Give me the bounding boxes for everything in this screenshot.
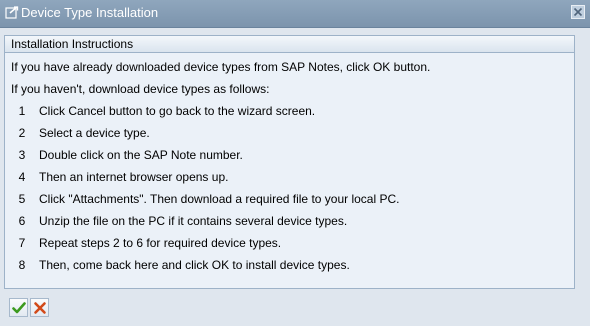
step-text: Select a device type.	[39, 126, 150, 140]
step-text: Double click on the SAP Note number.	[39, 148, 243, 162]
close-icon	[573, 7, 583, 17]
ok-button[interactable]	[9, 298, 28, 317]
intro-line-2: If you haven't, download device types as…	[11, 82, 270, 96]
step-number: 2	[18, 126, 26, 140]
cancel-button[interactable]	[30, 298, 49, 317]
step-text: Unzip the file on the PC if it contains …	[39, 214, 348, 228]
instructions-group: Installation Instructions If you have al…	[4, 35, 575, 289]
window-title: Device Type Installation	[21, 5, 159, 20]
step-text: Click Cancel button to go back to the wi…	[39, 104, 316, 118]
step-number: 5	[18, 192, 26, 206]
step-text: Then, come back here and click OK to ins…	[39, 258, 350, 272]
cross-icon	[34, 302, 46, 314]
step-text: Then an internet browser opens up.	[39, 170, 229, 184]
step-number: 8	[18, 258, 26, 272]
dialog-window-icon	[5, 6, 19, 20]
intro-line-1: If you have already downloaded device ty…	[11, 60, 431, 74]
step-number: 6	[18, 214, 26, 228]
step-number: 1	[18, 104, 26, 118]
step-text: Click "Attachments". Then download a req…	[39, 192, 400, 206]
group-title: Installation Instructions	[11, 37, 134, 51]
group-header: Installation Instructions	[5, 36, 574, 53]
step-number: 3	[18, 148, 26, 162]
close-button[interactable]	[571, 5, 585, 19]
step-text: Repeat steps 2 to 6 for required device …	[39, 236, 282, 250]
step-number: 7	[18, 236, 26, 250]
title-bar: Device Type Installation	[0, 0, 590, 28]
checkmark-icon	[12, 302, 26, 314]
step-number: 4	[18, 170, 26, 184]
device-type-installation-dialog: Device Type Installation Installation In…	[0, 0, 590, 326]
